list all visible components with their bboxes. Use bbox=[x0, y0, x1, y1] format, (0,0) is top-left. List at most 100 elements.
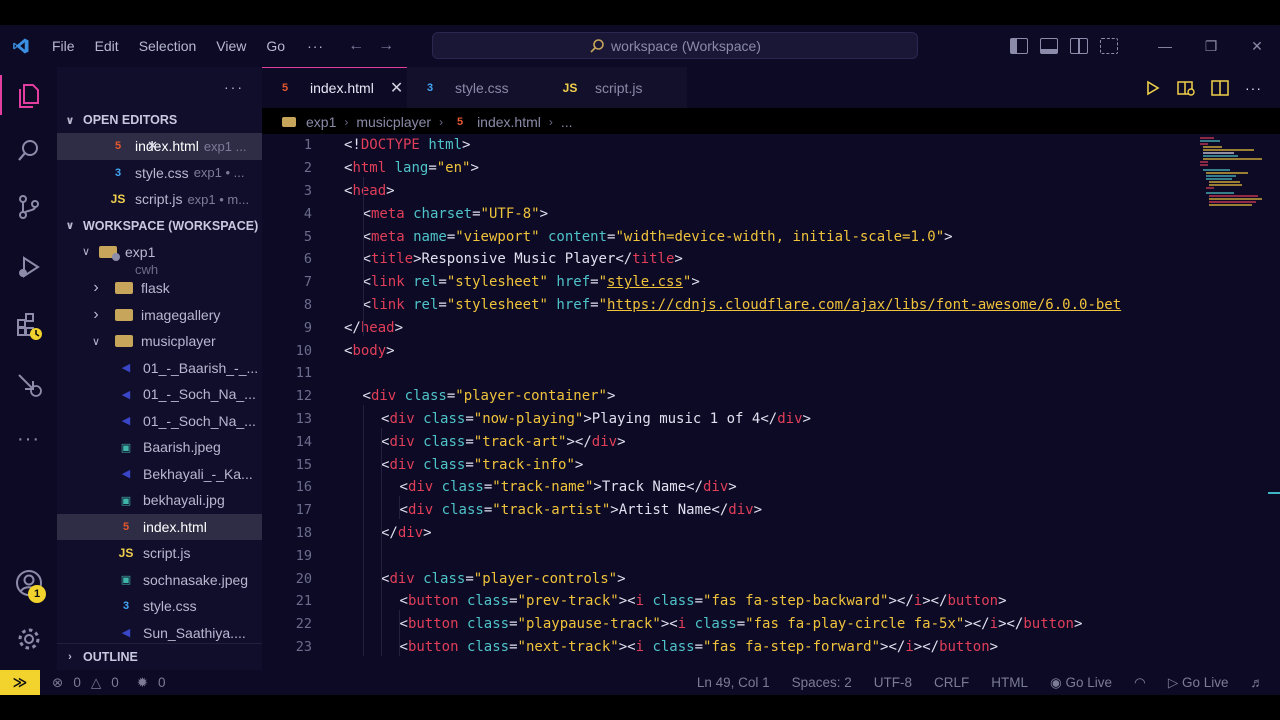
settings-gear-icon[interactable] bbox=[0, 615, 57, 663]
breadcrumb-item[interactable]: index.html bbox=[477, 114, 541, 130]
end-of-line[interactable]: CRLF bbox=[934, 675, 969, 690]
file-item[interactable]: 5 index.html bbox=[57, 513, 262, 540]
file-item[interactable]: ▣ Baarish.jpeg bbox=[57, 434, 262, 461]
code-line[interactable]: 23 <button class="next-track"><i class="f… bbox=[262, 636, 1192, 659]
code-line[interactable]: 9 </head> bbox=[262, 316, 1192, 339]
customize-layout-icon[interactable] bbox=[1100, 38, 1118, 54]
folder-imagegallery[interactable]: › imagegallery bbox=[57, 302, 262, 329]
file-item[interactable]: 3 style.css bbox=[57, 593, 262, 620]
accounts-icon[interactable]: 1 bbox=[0, 559, 57, 607]
command-center-search[interactable]: workspace (Workspace) bbox=[432, 32, 918, 59]
code-token: >Track Name</ bbox=[593, 479, 703, 496]
close-icon[interactable]: ✕ bbox=[147, 138, 158, 154]
code-line[interactable]: 22 <button class="playpause-track"><i cla… bbox=[262, 613, 1192, 636]
errors-count[interactable]: 0 bbox=[73, 675, 81, 690]
code-line[interactable]: 14 <div class="track-art"></div> bbox=[262, 430, 1192, 453]
encoding[interactable]: UTF-8 bbox=[874, 675, 912, 690]
sidebar-more-icon[interactable]: ··· bbox=[224, 79, 244, 95]
code-line[interactable]: 19 bbox=[262, 544, 1192, 567]
forward-arrow-icon[interactable]: → bbox=[378, 37, 394, 55]
code-line[interactable]: 17 <div class="track-artist">Artist Name<… bbox=[262, 499, 1192, 522]
code-line[interactable]: 7 <link rel="stylesheet" href="style.css"… bbox=[262, 271, 1192, 294]
go-live-button[interactable]: ◉ Go Live bbox=[1050, 675, 1112, 691]
code-line[interactable]: 4 <meta charset="UTF-8"> bbox=[262, 202, 1192, 225]
breadcrumb-item[interactable]: musicplayer bbox=[356, 114, 431, 130]
toggle-secondary-sidebar-icon[interactable] bbox=[1070, 38, 1088, 54]
source-control-icon[interactable] bbox=[0, 183, 57, 231]
tab-script-js[interactable]: JS script.js bbox=[547, 67, 687, 108]
partial-folder-item[interactable]: cwh bbox=[57, 265, 262, 275]
remote-explorer-icon[interactable] bbox=[0, 361, 57, 409]
menu-edit[interactable]: Edit bbox=[85, 38, 129, 54]
code-line[interactable]: 11 bbox=[262, 362, 1192, 385]
code-editor[interactable]: 1 <!DOCTYPE html> 2 <html lang="en"> 3 <head>… bbox=[262, 134, 1192, 670]
editor-scrollbar[interactable] bbox=[1268, 134, 1280, 670]
js-icon: JS bbox=[118, 546, 134, 561]
open-editor-item[interactable]: 3 style.css exp1 • ... bbox=[57, 160, 262, 187]
more-views-icon[interactable]: ··· bbox=[0, 415, 57, 463]
file-item[interactable]: ◀ Bekhayali_-_Ka... bbox=[57, 461, 262, 488]
minimap[interactable] bbox=[1192, 134, 1268, 670]
open-editor-item[interactable]: JS script.js exp1 • m... bbox=[57, 186, 262, 213]
folder-musicplayer[interactable]: ∨ musicplayer bbox=[57, 328, 262, 355]
breadcrumb-item[interactable]: ... bbox=[561, 114, 573, 130]
code-line[interactable]: 12 <div class="player-container"> bbox=[262, 385, 1192, 408]
menu-go[interactable]: Go bbox=[256, 38, 295, 54]
remote-indicator[interactable]: ≫ bbox=[0, 670, 40, 695]
folder-flask[interactable]: › flask bbox=[57, 275, 262, 302]
language-mode[interactable]: HTML bbox=[991, 675, 1028, 690]
file-item[interactable]: ◀ 01_-_Baarish_-_... bbox=[57, 355, 262, 382]
run-icon[interactable] bbox=[1145, 80, 1161, 96]
code-line[interactable]: 13 <div class="now-playing">Playing music… bbox=[262, 408, 1192, 431]
code-line[interactable]: 3 <head> bbox=[262, 180, 1192, 203]
file-item[interactable]: ▣ bekhayali.jpg bbox=[57, 487, 262, 514]
run-debug-icon[interactable] bbox=[0, 243, 57, 291]
toggle-primary-sidebar-icon[interactable] bbox=[1010, 38, 1028, 54]
code-line[interactable]: 5 <meta name="viewport" content="width=de… bbox=[262, 225, 1192, 248]
outline-header[interactable]: › OUTLINE bbox=[57, 643, 262, 669]
code-line[interactable]: 21 <button class="prev-track"><i class="f… bbox=[262, 590, 1192, 613]
code-line[interactable]: 1 <!DOCTYPE html> bbox=[262, 134, 1192, 157]
editor-more-icon[interactable]: ··· bbox=[1245, 80, 1262, 96]
code-line[interactable]: 16 <div class="track-name">Track Name</di… bbox=[262, 476, 1192, 499]
menu-view[interactable]: View bbox=[206, 38, 256, 54]
close-icon[interactable]: ✕ bbox=[390, 78, 403, 98]
menu-selection[interactable]: Selection bbox=[129, 38, 207, 54]
go-live-button-2[interactable]: ▷ Go Live bbox=[1168, 675, 1229, 691]
workspace-header[interactable]: ∨ WORKSPACE (WORKSPACE) bbox=[57, 213, 262, 239]
extensions-icon[interactable] bbox=[0, 303, 57, 351]
notifications-bell-icon[interactable]: ♬ bbox=[1251, 675, 1265, 690]
tab-style-css[interactable]: 3 style.css bbox=[407, 67, 547, 108]
menu-file[interactable]: File bbox=[42, 38, 85, 54]
file-item[interactable]: ◀ 01_-_Soch_Na_... bbox=[57, 381, 262, 408]
split-editor-icon[interactable] bbox=[1211, 79, 1229, 96]
cursor-position[interactable]: Ln 49, Col 1 bbox=[697, 675, 770, 690]
code-line[interactable]: 6 <title>Responsive Music Player</title> bbox=[262, 248, 1192, 271]
file-item[interactable]: ▣ sochnasake.jpeg bbox=[57, 567, 262, 594]
warnings-count[interactable]: 0 bbox=[111, 675, 119, 690]
open-editors-header[interactable]: ∨ OPEN EDITORS bbox=[57, 107, 262, 133]
folder-exp1[interactable]: ∨ exp1 bbox=[57, 239, 262, 266]
search-activity-icon[interactable] bbox=[0, 127, 57, 175]
code-line[interactable]: 10 <body> bbox=[262, 339, 1192, 362]
tab-index-html[interactable]: 5 index.html ✕ bbox=[262, 67, 407, 108]
code-line[interactable]: 8 <link rel="stylesheet" href="https://cd… bbox=[262, 294, 1192, 317]
explorer-icon[interactable] bbox=[0, 71, 57, 119]
toggle-panel-icon[interactable] bbox=[1040, 38, 1058, 54]
open-editor-item[interactable]: ✕ 5 index.html exp1 ... bbox=[57, 133, 262, 160]
minimize-icon[interactable]: — bbox=[1142, 38, 1188, 54]
back-arrow-icon[interactable]: ← bbox=[348, 37, 364, 55]
code-line[interactable]: 20 <div class="player-controls"> bbox=[262, 567, 1192, 590]
code-line[interactable]: 2 <html lang="en"> bbox=[262, 157, 1192, 180]
indentation[interactable]: Spaces: 2 bbox=[792, 675, 852, 690]
ports-count[interactable]: 0 bbox=[158, 675, 166, 690]
code-line[interactable]: 15 <div class="track-info"> bbox=[262, 453, 1192, 476]
breadcrumb-item[interactable]: exp1 bbox=[306, 114, 336, 130]
restore-icon[interactable]: ❐ bbox=[1188, 38, 1234, 55]
menu-more-icon[interactable]: ··· bbox=[295, 38, 336, 54]
close-window-icon[interactable]: ✕ bbox=[1234, 38, 1280, 55]
file-item[interactable]: ◀ 01_-_Soch_Na_... bbox=[57, 408, 262, 435]
code-line[interactable]: 18 </div> bbox=[262, 522, 1192, 545]
open-preview-icon[interactable] bbox=[1177, 80, 1195, 96]
file-item[interactable]: JS script.js bbox=[57, 540, 262, 567]
